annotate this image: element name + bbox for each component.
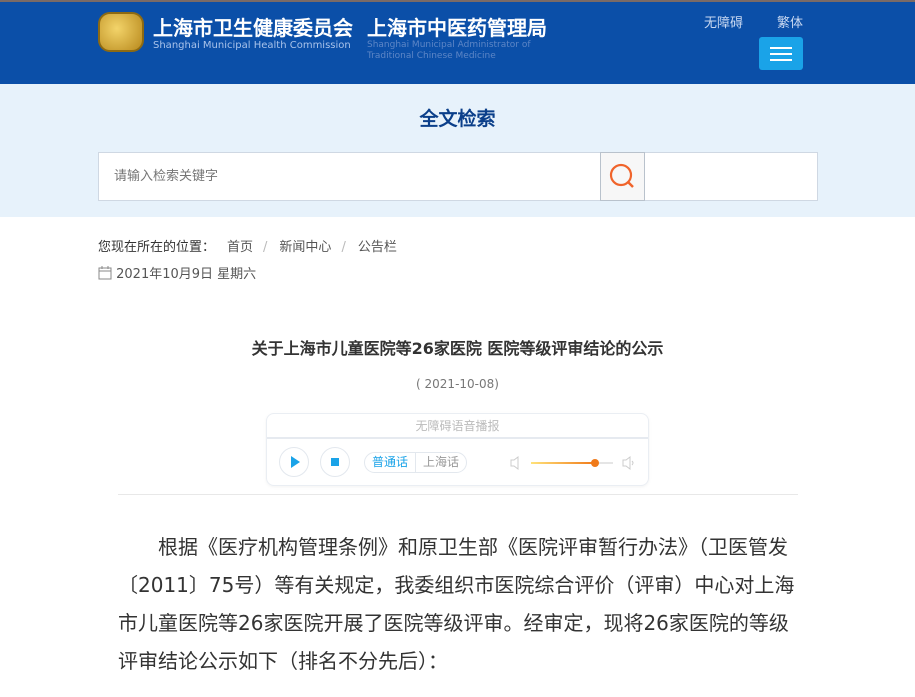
volume-high-icon (622, 456, 634, 470)
volume-handle[interactable] (590, 459, 599, 467)
calendar-icon (98, 266, 112, 280)
language-toggle: 普通话 上海话 (364, 452, 468, 473)
org2-en-line1: Shanghai Municipal Administrator of (367, 40, 531, 50)
search-icon (609, 163, 634, 188)
volume-low-icon (510, 456, 519, 470)
play-button[interactable] (279, 447, 309, 477)
player-title: 无障碍语音播报 (267, 414, 648, 439)
breadcrumb-separator: / (263, 240, 268, 255)
article-title: 关于上海市儿童医院等26家医院 医院等级评审结论的公示 (251, 339, 664, 358)
audio-player: 无障碍语音播报 普通话 上海话 (266, 413, 649, 486)
breadcrumb: 您现在所在的位置： 首页 / 新闻中心 / 公告栏 (98, 236, 397, 255)
logo-emblem[interactable] (98, 12, 144, 52)
org2-name[interactable]: 上海市中医药管理局 (367, 12, 547, 41)
org1-english: Shanghai Municipal Health Commission (153, 40, 351, 51)
article-date: ( 2021-10-08) (416, 377, 499, 391)
stop-button[interactable] (320, 447, 350, 477)
org2-en-line2: Traditional Chinese Medicine (367, 51, 496, 61)
menu-button[interactable] (759, 37, 803, 70)
play-icon (291, 456, 300, 468)
breadcrumb-label: 您现在所在的位置： (98, 240, 216, 255)
site-header: 上海市卫生健康委员会 Shanghai Municipal Health Com… (0, 0, 915, 84)
lang-mandarin[interactable]: 普通话 (365, 453, 417, 472)
accessibility-link[interactable]: 无障碍 (704, 12, 743, 31)
org1-name[interactable]: 上海市卫生健康委员会 (153, 12, 353, 41)
traditional-chinese-link[interactable]: 繁体 (777, 12, 803, 31)
search-input[interactable] (99, 153, 599, 200)
breadcrumb-notice[interactable]: 公告栏 (358, 240, 397, 255)
search-title: 全文检索 (419, 108, 496, 130)
search-box (98, 152, 818, 201)
lang-shanghainese[interactable]: 上海话 (416, 453, 466, 472)
search-button[interactable] (600, 152, 645, 201)
article-body: 根据《医疗机构管理条例》和原卫生部《医院评审暂行办法》（卫医管发〔2011〕75… (118, 535, 795, 673)
date-text: 2021年10月9日 星期六 (116, 267, 257, 282)
stop-icon (331, 458, 339, 466)
breadcrumb-home[interactable]: 首页 (227, 240, 253, 255)
volume-slider[interactable] (531, 459, 613, 467)
page-date: 2021年10月9日 星期六 (98, 263, 256, 282)
org2-english: Shanghai Municipal Administrator of Tradi… (367, 40, 531, 62)
divider (118, 494, 798, 495)
search-section: 全文检索 (0, 84, 915, 217)
breadcrumb-separator: / (341, 240, 346, 255)
breadcrumb-news[interactable]: 新闻中心 (279, 240, 331, 255)
